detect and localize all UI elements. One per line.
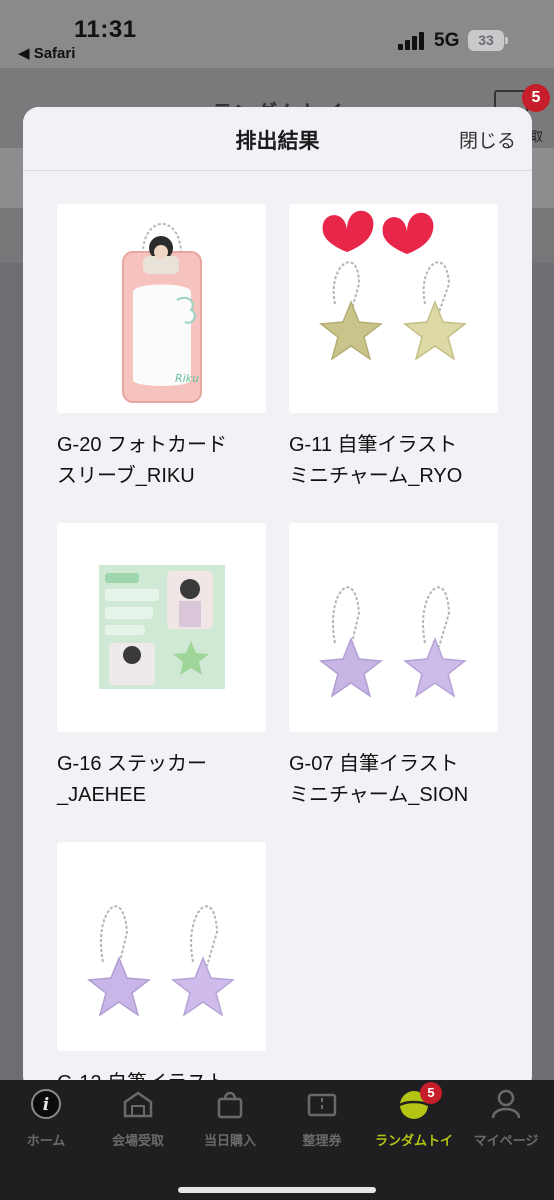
result-item-name: G-20 フォトカード スリーブ_RIKU: [57, 434, 228, 487]
tab-label: ランダムトイ: [374, 1133, 453, 1148]
tab-label: 整理券: [302, 1133, 342, 1148]
result-item-name: G-07 自筆イラスト ミニチャーム_SION: [289, 753, 469, 806]
modal-header: 排出結果 閉じる: [23, 107, 532, 171]
network-type: 5G: [434, 30, 460, 51]
star-charm-lavender-image: [289, 523, 498, 732]
random-toy-badge: 5: [420, 1082, 442, 1104]
ticket-icon: [307, 1093, 337, 1117]
tab-label: 会場受取: [111, 1133, 164, 1148]
tab-label: 当日購入: [203, 1133, 256, 1148]
star-charm-lavender-image: [57, 842, 266, 1051]
tab-my-page[interactable]: マイページ: [460, 1088, 552, 1154]
close-button[interactable]: 閉じる: [459, 126, 516, 153]
status-bar: 11:31 ◀ Safari 5G 33: [0, 0, 554, 68]
star-charm-olive-image: [289, 204, 498, 413]
tab-ticket[interactable]: 整理券: [276, 1088, 368, 1154]
tab-random-toy[interactable]: 5 ランダムトイ: [368, 1082, 460, 1154]
venue-icon: [123, 1091, 153, 1118]
sticker-sheet-image: [57, 523, 266, 732]
tab-same-day-purchase[interactable]: 当日購入: [184, 1088, 276, 1154]
home-indicator[interactable]: [178, 1187, 376, 1193]
svg-text:i: i: [43, 1095, 49, 1115]
svg-text:Riku: Riku: [175, 372, 199, 385]
status-time: 11:31: [74, 16, 137, 43]
modal-title: 排出結果: [235, 130, 320, 153]
result-item-name: G-11 自筆イラスト ミニチャーム_RYO: [289, 434, 463, 487]
tab-label: ホーム: [26, 1133, 66, 1148]
back-to-safari-link[interactable]: ◀ Safari: [18, 44, 75, 62]
info-icon: i: [31, 1089, 61, 1119]
signal-icon: [398, 32, 428, 50]
photocard-sleeve-image: Riku: [57, 204, 266, 413]
tab-home[interactable]: i ホーム: [0, 1088, 92, 1154]
battery-icon: 33: [468, 30, 508, 51]
person-icon: [491, 1089, 521, 1119]
draw-results-modal: 排出結果 閉じる Riku G-20 フォトカード スリーブ_RIKU G-11…: [23, 107, 532, 1092]
tab-venue-pickup[interactable]: 会場受取: [92, 1088, 184, 1154]
result-item-name: G-16 ステッカー _JAEHEE: [57, 753, 208, 806]
bag-icon: [217, 1091, 243, 1119]
tab-label: マイページ: [473, 1133, 539, 1148]
bottom-tab-bar: i ホーム 会場受取 当日購入 整理券 5 ランダムトイ マイページ: [0, 1080, 554, 1200]
